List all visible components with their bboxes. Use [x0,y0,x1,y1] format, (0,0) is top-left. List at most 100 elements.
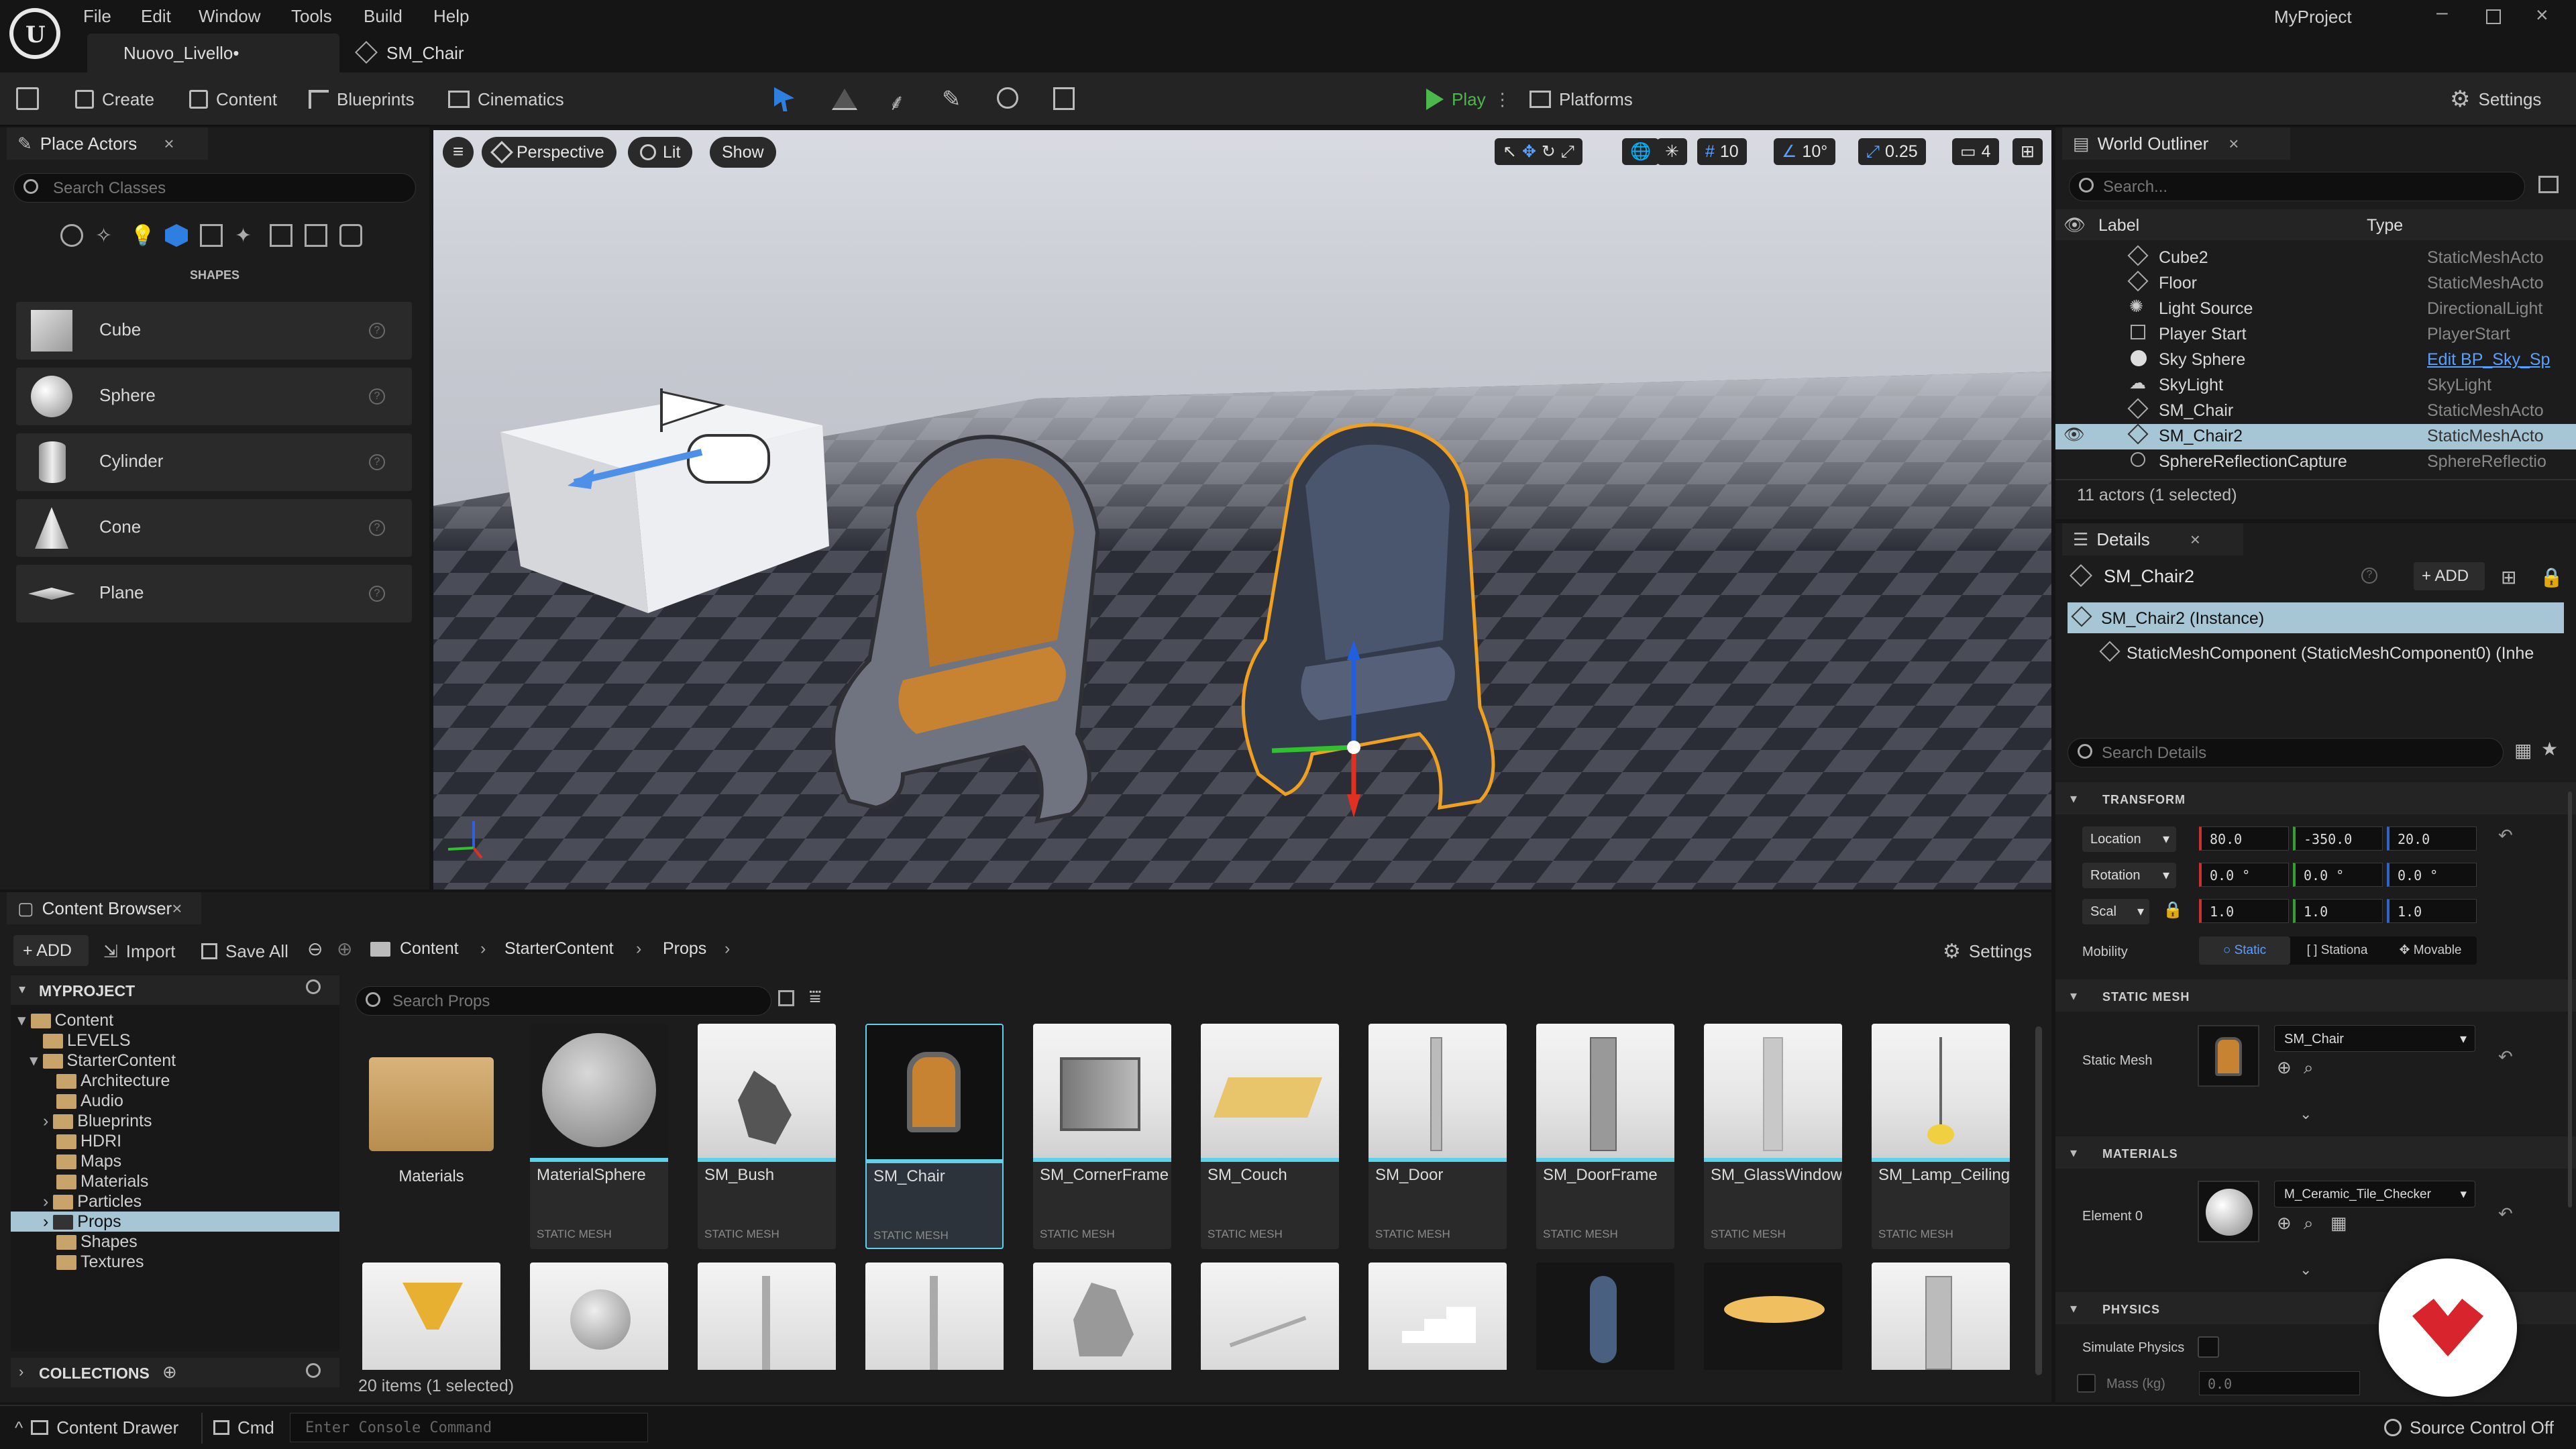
viewport-layout-icon[interactable]: ⊞ [2012,138,2043,165]
search-icon[interactable] [306,1363,321,1378]
mobility-movable[interactable]: ✥ Movable [2384,936,2477,965]
location-dropdown[interactable]: Location ▾ [2082,826,2176,852]
close-tab-icon[interactable]: × [2190,529,2200,550]
edit-blueprint-link[interactable]: Edit BP_Sky_Sp [2427,350,2550,370]
asset-tile[interactable]: SM_Lamp_Ceiling STATIC MESH [1872,1024,2010,1249]
asset-tile-partial[interactable] [1201,1263,1339,1370]
scale-z-input[interactable]: 1.0 [2387,899,2477,923]
menu-tools[interactable]: Tools [291,4,332,28]
brush-edit-icon[interactable] [1053,87,1075,110]
rotate-tool-icon[interactable]: ↻ [1542,142,1556,162]
reset-icon[interactable]: ↶ [2498,1203,2513,1224]
play-button[interactable]: Play ⋮ [1426,72,1511,126]
content-button[interactable]: Content [189,72,277,126]
save-all-button[interactable]: Save All [201,924,288,978]
lit-button[interactable]: Lit [628,137,693,168]
actor-cone[interactable]: Cone ? [16,499,412,557]
show-button[interactable]: Show [710,137,776,168]
maximize-icon[interactable] [2486,9,2501,24]
select-mode-icon[interactable] [774,87,794,111]
tree-shapes[interactable]: Shapes [56,1232,138,1252]
content-drawer-button[interactable]: ^ Content Drawer [15,1401,178,1449]
breadcrumb-content[interactable]: Content [400,939,459,959]
surface-snap-icon[interactable]: ✳ [1657,138,1687,165]
asset-tile-partial[interactable] [865,1263,1004,1370]
tree-materials[interactable]: Materials [56,1171,148,1191]
visibility-icon[interactable]: 👁 [2063,215,2086,235]
place-actors-tab[interactable]: ✎ Place Actors × [7,127,208,160]
actor-sphere[interactable]: Sphere ? [16,368,412,425]
lock-icon[interactable]: 🔒 [2540,566,2563,588]
blueprint-icon[interactable]: ⊞ [2501,566,2516,588]
content-browser-tab[interactable]: ▢ Content Browser × [7,892,201,924]
rotation-snap-button[interactable]: ∠ 10° [1774,138,1836,165]
outliner-row[interactable]: SM_Chair StaticMeshActo [2055,398,2576,424]
outliner-row-selected[interactable]: 👁 SM_Chair2 StaticMeshActo [2055,423,2576,449]
simulate-physics-checkbox[interactable] [2198,1336,2219,1358]
folder-materials[interactable]: Materials [362,1024,500,1249]
materials-section-header[interactable]: ▾ MATERIALS [2055,1136,2576,1169]
collections-header[interactable]: › COLLECTIONS ⊕ [11,1358,339,1387]
outliner-row[interactable]: Cube2 StaticMeshActo [2055,245,2576,271]
static-mesh-thumbnail[interactable] [2198,1025,2259,1087]
grid-snap-button[interactable]: # 10 [1697,138,1747,165]
breadcrumb-props[interactable]: Props [663,939,706,959]
material-options-icon[interactable]: ▦ [2330,1213,2347,1234]
cb-add-button[interactable]: + ADD [13,935,89,966]
menu-window[interactable]: Window [199,4,260,28]
camera-speed-button[interactable]: ▭ 4 [1952,138,1999,165]
asset-tile[interactable]: SM_CornerFrame STATIC MESH [1033,1024,1171,1249]
cb-settings-button[interactable]: ⚙ Settings [1943,924,2032,978]
menu-edit[interactable]: Edit [141,4,171,28]
tree-hdri[interactable]: HDRI [56,1131,121,1151]
outliner-row[interactable]: ☁ SkyLight SkyLight [2055,373,2576,398]
history-back-icon[interactable]: ⊖ [307,938,323,960]
lock-icon[interactable]: 🔒 [2163,900,2183,920]
asset-tile[interactable]: SM_Door STATIC MESH [1368,1024,1507,1249]
tree-audio[interactable]: Audio [56,1091,123,1111]
rotation-dropdown[interactable]: Rotation ▾ [2082,863,2176,888]
outliner-row[interactable]: ✺ Light Source DirectionalLight [2055,297,2576,322]
outliner-row[interactable]: Floor StaticMeshActo [2055,270,2576,297]
actor-cube[interactable]: Cube ? [16,302,412,360]
asset-tile[interactable]: SM_Bush STATIC MESH [698,1024,836,1249]
outliner-row[interactable]: Player Start PlayerStart [2055,322,2576,347]
visual-effects-icon[interactable]: ✦ [235,224,258,247]
settings-button[interactable]: ⚙ Settings [2450,72,2541,126]
translate-tool-icon[interactable]: ✥ [1522,142,1536,162]
rotation-x-input[interactable]: 0.0 ° [2199,863,2289,887]
outliner-row[interactable]: SphereReflectionCapture SphereReflectio [2055,449,2576,475]
tree-props-selected[interactable]: › Props [11,1212,339,1232]
help-icon[interactable]: ? [2361,568,2377,584]
scale-snap-button[interactable]: ⤢ 0.25 [1858,138,1926,165]
expand-chevron-icon[interactable]: ⌄ [2300,1106,2312,1123]
cinematics-button[interactable]: Cinematics [448,72,564,126]
add-component-button[interactable]: + ADD [2414,562,2485,590]
project-header[interactable]: ▾ MYPROJECT [11,975,339,1005]
asset-tile-partial[interactable] [1872,1263,2010,1370]
tree-maps[interactable]: Maps [56,1151,121,1171]
viewport-menu-icon[interactable]: ≡ [443,137,474,168]
cinematic-icon[interactable] [200,224,223,247]
menu-file[interactable]: File [83,4,111,28]
close-tab-icon[interactable]: × [164,133,174,154]
minimize-icon[interactable]: – [2436,1,2448,24]
asset-tile-partial[interactable] [1033,1263,1171,1370]
cmd-button[interactable]: Cmd [213,1401,274,1449]
filter-icon[interactable]: ⩸ [809,986,821,1009]
import-button[interactable]: ⇲ Import [103,924,175,978]
tab-level[interactable]: Nuovo_Livello• [87,34,339,72]
outliner-row[interactable]: Sky Sphere Edit BP_Sky_Sp [2055,347,2576,373]
add-collection-icon[interactable]: ⊕ [162,1362,177,1383]
visibility-icon[interactable]: 👁 [2063,425,2085,445]
asset-tile-partial[interactable] [1704,1263,1842,1370]
help-icon[interactable]: ? [369,388,385,405]
scale-dropdown[interactable]: Scal ▾ [2082,899,2149,924]
close-icon[interactable]: × [2536,3,2548,28]
asset-tile-partial[interactable] [362,1263,500,1370]
asset-tile[interactable]: SM_GlassWindow STATIC MESH [1704,1024,1842,1249]
location-z-input[interactable]: 20.0 [2387,826,2477,851]
search-icon[interactable] [306,979,321,994]
shapes-icon[interactable] [165,224,188,247]
save-icon[interactable] [16,87,39,110]
